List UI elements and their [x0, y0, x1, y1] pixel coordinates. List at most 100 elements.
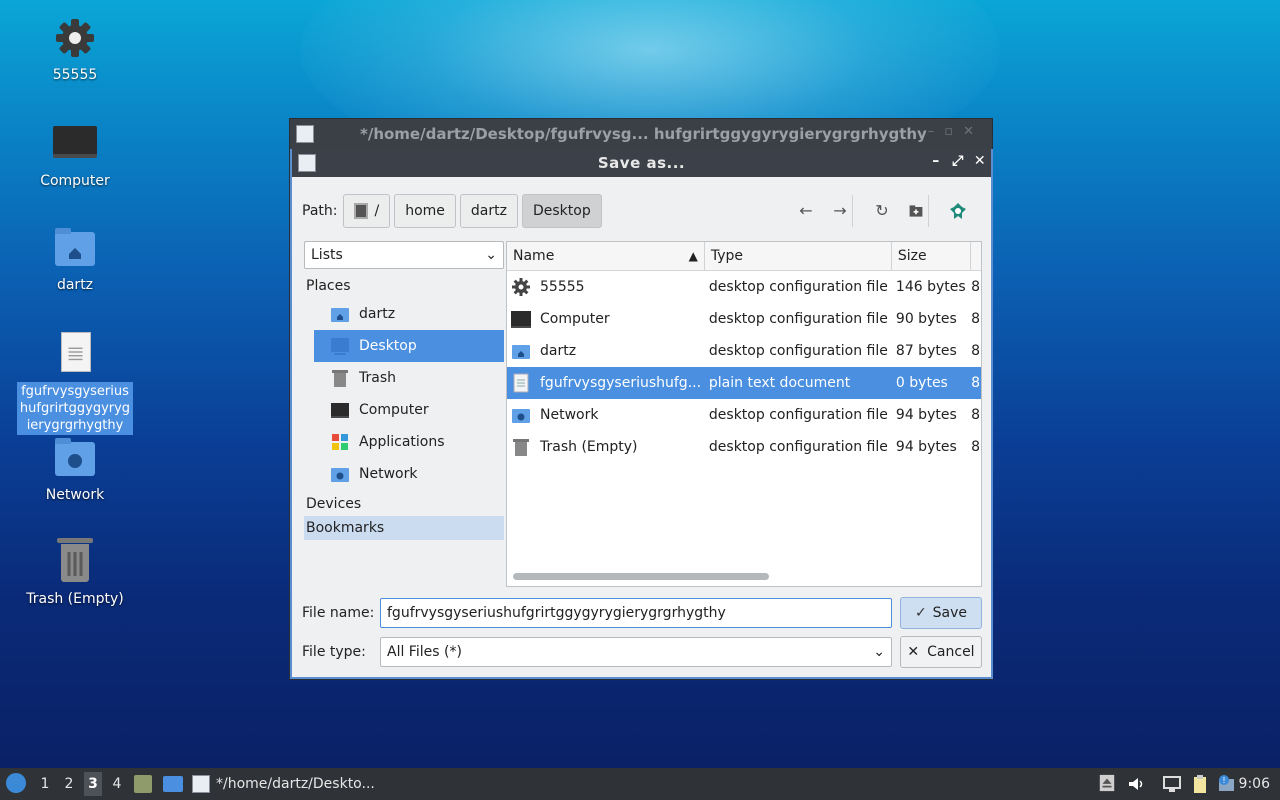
filename-input[interactable]: fgufrvysgyseriushufgrirtggygyrygierygrgr…: [380, 598, 892, 628]
desktop-icon-network[interactable]: Network: [15, 434, 135, 505]
checkmark-icon: ✓: [914, 605, 927, 621]
file-row[interactable]: dartz desktop configuration file 87 bytes 8: [507, 335, 981, 367]
column-header-name[interactable]: Name ▲: [507, 242, 705, 270]
desktop-icon-label: fgufrvysgyserius hufgrirtggygyryg ierygr…: [16, 382, 134, 435]
taskbar-task-editor[interactable]: */home/dartz/Deskto...: [192, 772, 375, 796]
trash-icon: [51, 538, 99, 586]
crumb-root[interactable]: /: [343, 194, 391, 228]
eject-icon[interactable]: [1098, 774, 1118, 794]
crumb-desktop[interactable]: Desktop: [521, 194, 602, 228]
toolbar-divider: [928, 195, 929, 227]
file-type: desktop configuration file: [708, 407, 888, 423]
file-row[interactable]: Computer desktop configuration file 90 byt…: [507, 303, 981, 335]
applications-icon: [330, 432, 350, 452]
save-button[interactable]: ✓ Save: [900, 597, 982, 629]
forward-icon[interactable]: →: [828, 199, 852, 223]
file-type: desktop configuration file: [708, 343, 888, 359]
show-desktop-icon[interactable]: [163, 776, 183, 792]
volume-icon[interactable]: [1126, 774, 1146, 794]
filetype-select[interactable]: All Files (*) ⌄: [380, 637, 892, 667]
workspace-2[interactable]: 2: [60, 776, 78, 792]
dialog-app-icon: [298, 154, 316, 172]
file-type: desktop configuration file: [708, 439, 888, 455]
desktop-icon-trash[interactable]: Trash (Empty): [15, 538, 135, 609]
place-label: Computer: [359, 402, 429, 418]
place-item-applications[interactable]: Applications: [314, 426, 504, 458]
place-item-dartz[interactable]: dartz: [314, 298, 504, 330]
start-menu-icon[interactable]: [6, 773, 26, 793]
cancel-button[interactable]: ✕ Cancel: [900, 636, 982, 668]
workspace-3[interactable]: 3: [84, 772, 102, 796]
reload-icon[interactable]: ↻: [870, 199, 894, 223]
file-row[interactable]: Trash (Empty) desktop configuration file 9…: [507, 431, 981, 463]
place-item-desktop[interactable]: Desktop: [314, 330, 504, 362]
devices-heading[interactable]: Devices: [304, 492, 504, 516]
file-name: Trash (Empty): [540, 439, 638, 455]
trash-icon: [511, 437, 531, 457]
close-icon[interactable]: ✕: [971, 153, 989, 169]
file-extra: 8: [971, 279, 981, 295]
desktop-icon-computer[interactable]: Computer: [15, 120, 135, 191]
filetype-row: File type:: [302, 636, 366, 668]
file-size: 87 bytes: [895, 343, 957, 359]
file-extra: 8: [971, 407, 981, 423]
view-mode-select[interactable]: Lists ⌄: [304, 241, 504, 269]
file-row[interactable]: 55555 desktop configuration file 146 bytes…: [507, 271, 981, 303]
sort-ascending-icon: ▲: [688, 249, 698, 263]
column-label: Name: [513, 248, 555, 264]
back-icon[interactable]: ←: [794, 199, 818, 223]
column-header-more[interactable]: [971, 242, 981, 270]
desktop-icon-dartz[interactable]: dartz: [15, 224, 135, 295]
editor-app-icon: [296, 125, 314, 143]
file-list-header: Name ▲ Type Size: [507, 242, 981, 271]
editor-window-controls[interactable]: –▫✕: [928, 124, 984, 139]
network-folder-icon: [330, 464, 350, 484]
file-size: 94 bytes: [895, 439, 957, 455]
file-name: Computer: [540, 311, 610, 327]
home-folder-icon: [511, 341, 531, 361]
desktop-icon-55555[interactable]: 55555: [15, 14, 135, 85]
crumb-dartz[interactable]: dartz: [459, 194, 518, 228]
place-item-computer[interactable]: Computer: [314, 394, 504, 426]
network-folder-icon: [511, 405, 531, 425]
clipboard-icon[interactable]: [1190, 774, 1210, 794]
file-name: 55555: [540, 279, 585, 295]
filename-value: fgufrvysgyseriushufgrirtggygyrygierygrgr…: [387, 605, 726, 621]
desktop-icon-label: Computer: [40, 173, 110, 189]
desktop-icon-label: dartz: [56, 277, 94, 293]
editor-window-title: */home/dartz/Desktop/fgufrvysg... hufgri…: [360, 125, 927, 143]
maximize-icon[interactable]: ⤢: [949, 153, 967, 169]
place-label: dartz: [359, 306, 396, 322]
bookmark-add-icon[interactable]: [946, 199, 970, 223]
file-manager-launcher-icon[interactable]: [134, 775, 152, 793]
file-size: 94 bytes: [895, 407, 957, 423]
clock[interactable]: 9:06: [1239, 776, 1270, 792]
minimize-icon[interactable]: –: [927, 153, 945, 169]
horizontal-scrollbar[interactable]: [513, 573, 769, 580]
column-header-type[interactable]: Type: [705, 242, 892, 270]
text-document-icon: [51, 330, 99, 378]
file-name-cell: Computer: [507, 309, 705, 329]
file-row[interactable]: fgufrvysgyseriushufg... plain text docume…: [507, 367, 981, 399]
place-item-network[interactable]: Network: [314, 458, 504, 490]
notification-icon[interactable]: !: [1216, 774, 1236, 794]
path-label: Path:: [302, 203, 338, 219]
desktop-icon-label: Network: [45, 487, 105, 503]
file-row[interactable]: Network desktop configuration file 94 byte…: [507, 399, 981, 431]
new-folder-icon[interactable]: [904, 199, 928, 223]
workspace-4[interactable]: 4: [108, 776, 126, 792]
column-label: Size: [897, 248, 927, 264]
path-bar: Path: / home dartz Desktop ← → ↻: [302, 193, 981, 229]
file-rows: 55555 desktop configuration file 146 bytes…: [507, 271, 981, 463]
file-extra: 8: [971, 311, 981, 327]
file-extra: 8: [971, 375, 981, 391]
network-icon[interactable]: [1162, 774, 1182, 794]
crumb-home[interactable]: home: [394, 194, 456, 228]
bookmarks-heading[interactable]: Bookmarks: [304, 516, 504, 540]
file-name-cell: Network: [507, 405, 705, 425]
home-folder-icon: [330, 304, 350, 324]
column-header-size[interactable]: Size: [892, 242, 972, 270]
desktop-icon-text-file[interactable]: fgufrvysgyserius hufgrirtggygyryg ierygr…: [15, 330, 135, 435]
workspace-1[interactable]: 1: [36, 776, 54, 792]
place-item-trash[interactable]: Trash: [314, 362, 504, 394]
